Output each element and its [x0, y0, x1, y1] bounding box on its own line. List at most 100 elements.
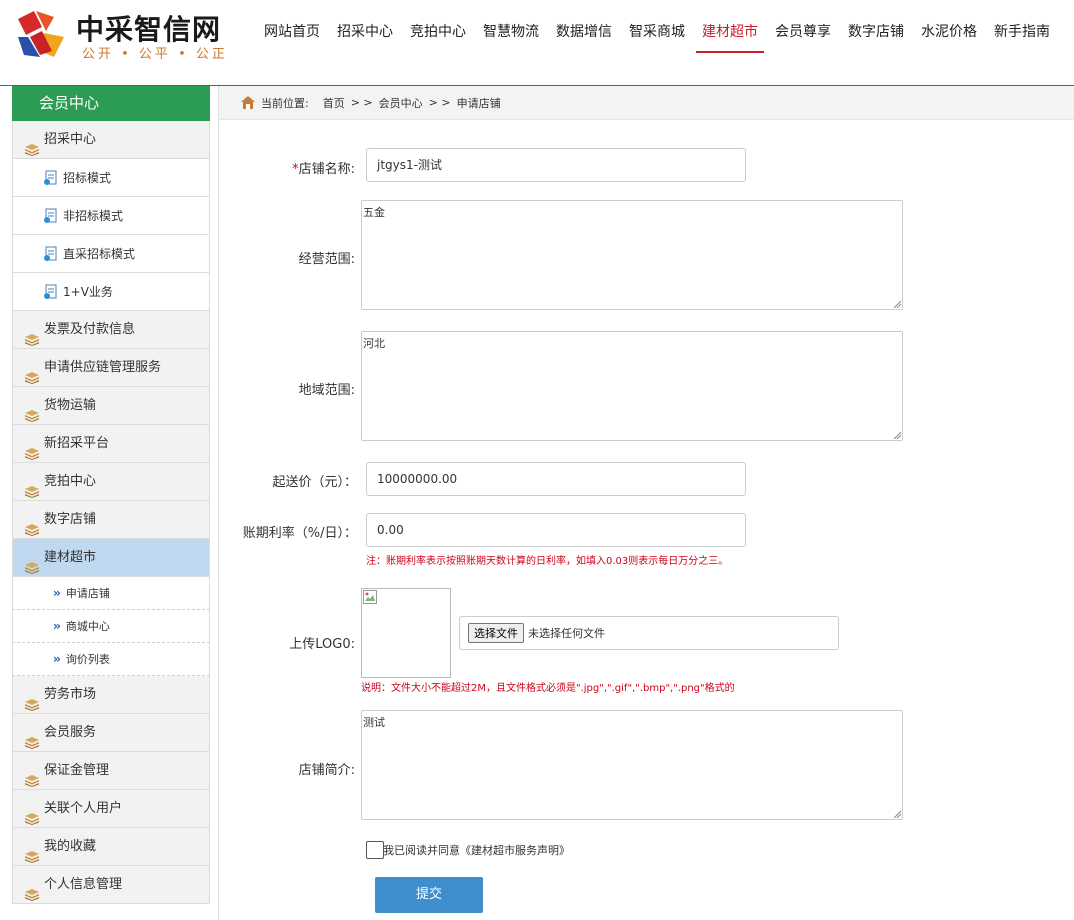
resize-grip-icon[interactable]	[893, 300, 901, 308]
sidebar-item-label: 个人信息管理	[44, 877, 123, 892]
submit-button[interactable]: 提交	[375, 877, 483, 913]
sidebar-item-label: 劳务市场	[44, 687, 97, 702]
nav-item[interactable]: 招采中心	[331, 19, 399, 53]
nav-item[interactable]: 数据增信	[550, 19, 618, 53]
sidebar-item-label: 招采中心	[44, 132, 97, 147]
sidebar-item-label: 1+V业务	[63, 285, 113, 299]
scope-text: 五金	[363, 206, 385, 219]
sidebar-item-label: 数字店铺	[44, 512, 97, 527]
document-icon	[43, 170, 59, 186]
sidebar-subitem-non-tender-mode[interactable]: 非招标模式	[12, 197, 210, 235]
layers-icon	[25, 841, 39, 863]
intro-text: 测试	[363, 716, 385, 729]
sidebar-subitem-inquiry-list[interactable]: ›› 询价列表	[12, 643, 210, 676]
double-chevron-right-icon: ››	[53, 619, 61, 633]
breadcrumb-separator: > >	[350, 96, 373, 109]
region-textarea[interactable]: 河北	[361, 331, 903, 441]
layers-icon	[25, 514, 39, 536]
sidebar-item-label: 保证金管理	[44, 763, 110, 778]
document-icon	[43, 208, 59, 224]
sidebar-item-label: 直采招标模式	[63, 247, 136, 261]
sidebar-item-label: 询价列表	[65, 653, 110, 666]
breadcrumb-current: 申请店铺	[456, 96, 501, 110]
main-nav: 网站首页 招采中心 竞拍中心 智慧物流 数据增信 智采商城 建材超市 会员尊享 数字店铺 水泥价格…	[258, 19, 1061, 53]
sidebar-title: 会员中心	[12, 86, 210, 121]
document-icon	[43, 284, 59, 300]
sidebar-item-label: 我的收藏	[44, 839, 97, 854]
layers-icon	[25, 324, 39, 346]
sidebar-subitem-direct-tender-mode[interactable]: 直采招标模式	[12, 235, 210, 273]
sidebar-subitem-mall-center[interactable]: ›› 商城中心	[12, 610, 210, 643]
sidebar-item-label: 非招标模式	[63, 209, 124, 223]
sidebar-item-freight[interactable]: 货物运输	[12, 387, 210, 425]
sidebar-item-favorites[interactable]: 我的收藏	[12, 828, 210, 866]
sidebar-item-member-service[interactable]: 会员服务	[12, 714, 210, 752]
choose-file-button[interactable]: 选择文件	[468, 623, 524, 643]
layers-icon	[25, 552, 39, 574]
sidebar-item-label: 新招采平台	[44, 436, 110, 451]
nav-item[interactable]: 竞拍中心	[404, 19, 472, 53]
sidebar-item-label: 竞拍中心	[44, 474, 97, 489]
scope-textarea[interactable]: 五金	[361, 200, 903, 310]
nav-item[interactable]: 水泥价格	[915, 19, 983, 53]
sidebar-item-label: 商城中心	[65, 620, 110, 633]
layers-icon	[25, 689, 39, 711]
home-icon	[241, 96, 255, 109]
brand-title: 中采智信网	[76, 13, 222, 46]
nav-item[interactable]: 网站首页	[258, 19, 326, 53]
resize-grip-icon[interactable]	[893, 431, 901, 439]
site-header: 中采智信网 公开 • 公平 • 公正 网站首页 招采中心 竞拍中心 智慧物流 数据增信智…	[0, 0, 1074, 86]
sidebar-item-label: 会员服务	[44, 725, 97, 740]
sidebar-item-invoice[interactable]: 发票及付款信息	[12, 311, 210, 349]
sidebar-item-bidding-center[interactable]: 招采中心	[12, 121, 210, 159]
breadcrumb-home[interactable]: 首页	[323, 95, 345, 111]
breadcrumb: 当前位置: 首页 > > 会员中心 > > 申请店铺	[219, 86, 1074, 120]
logo-preview-image	[361, 588, 451, 678]
sidebar-subitem-1v-business[interactable]: 1+V业务	[12, 273, 210, 311]
sidebar-item-digital-store[interactable]: 数字店铺	[12, 501, 210, 539]
sidebar-item-new-platform[interactable]: 新招采平台	[12, 425, 210, 463]
double-chevron-right-icon: ››	[53, 652, 61, 666]
nav-item[interactable]: 智慧物流	[477, 19, 545, 53]
brand-slogan: 公开 • 公平 • 公正	[82, 47, 228, 62]
sidebar-item-linked-users[interactable]: 关联个人用户	[12, 790, 210, 828]
nav-item[interactable]: 会员尊享	[769, 19, 837, 53]
sidebar-item-supply-chain[interactable]: 申请供应链管理服务	[12, 349, 210, 387]
min-price-input[interactable]: 10000000.00	[366, 462, 746, 496]
double-chevron-right-icon: ››	[53, 586, 61, 600]
logo-label: 上传LOG0:	[289, 637, 355, 652]
rate-input[interactable]: 0.00	[366, 513, 746, 547]
sidebar-subitem-tender-mode[interactable]: 招标模式	[12, 159, 210, 197]
shop-name-label-text: 店铺名称:	[298, 162, 355, 177]
shop-name-label: *店铺名称:	[289, 158, 355, 177]
breadcrumb-prefix: 当前位置:	[261, 96, 309, 110]
agree-checkbox[interactable]	[366, 841, 384, 859]
layers-icon	[25, 362, 39, 384]
sidebar-item-building-materials[interactable]: 建材超市	[12, 539, 210, 577]
sidebar-item-profile[interactable]: 个人信息管理	[12, 866, 210, 904]
site-logo[interactable]: 中采智信网 公开 • 公平 • 公正	[14, 7, 244, 63]
region-label: 地域范围:	[298, 383, 355, 398]
nav-item[interactable]: 数字店铺	[842, 19, 910, 53]
nav-item[interactable]: 建材超市	[696, 19, 764, 53]
agree-text[interactable]: 我已阅读并同意《建材超市服务声明》	[383, 842, 570, 858]
sidebar-item-labor-market[interactable]: 劳务市场	[12, 676, 210, 714]
nav-item[interactable]: 新手指南	[988, 19, 1056, 53]
sidebar-item-label: 建材超市	[44, 550, 97, 565]
document-icon	[43, 246, 59, 262]
sidebar-item-label: 货物运输	[44, 398, 97, 413]
sidebar-item-label: 发票及付款信息	[44, 322, 136, 337]
layers-icon	[25, 879, 39, 901]
rate-note: 注：账期利率表示按照账期天数计算的日利率，如填入0.03则表示每日万分之三。	[366, 556, 729, 567]
breadcrumb-member-center[interactable]: 会员中心	[379, 95, 423, 111]
nav-item[interactable]: 智采商城	[623, 19, 691, 53]
shop-name-input[interactable]: jtgys1-测试	[366, 148, 746, 182]
resize-grip-icon[interactable]	[893, 810, 901, 818]
sidebar-item-label: 申请店铺	[65, 587, 110, 600]
sidebar-item-deposit[interactable]: 保证金管理	[12, 752, 210, 790]
layers-icon	[25, 765, 39, 787]
intro-textarea[interactable]: 测试	[361, 710, 903, 820]
sidebar-subitem-apply-store[interactable]: ›› 申请店铺	[12, 577, 210, 610]
min-price-label: 起送价（元）：	[272, 475, 357, 490]
sidebar-item-auction-center[interactable]: 竞拍中心	[12, 463, 210, 501]
